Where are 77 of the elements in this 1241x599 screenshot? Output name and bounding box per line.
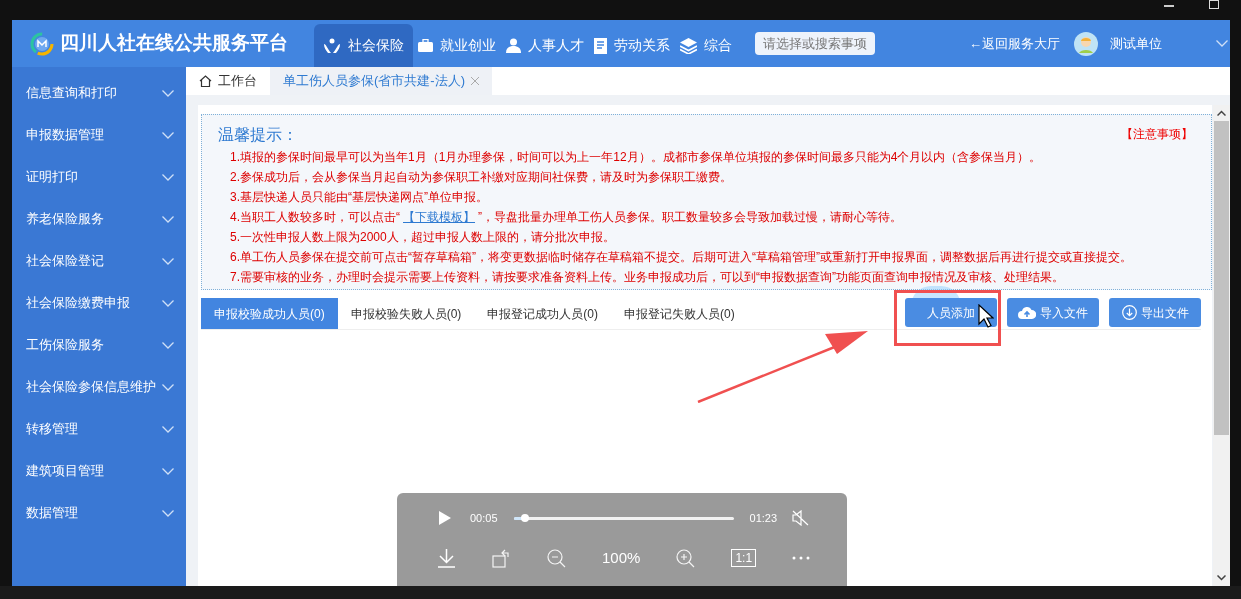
download-template-link[interactable]: 【下载模板】 [403,210,475,224]
scroll-up-icon[interactable] [1217,110,1226,116]
nav-tab[interactable]: 综合 [675,24,737,67]
logo-icon [30,31,54,56]
more-icon[interactable] [792,556,811,560]
notice-line: 2.参保成功后，会从参保当月起自动为参保职工补缴对应期间社保费，请及时为参保职工缴费。 [230,169,733,186]
back-to-hall-link[interactable]: ←返回服务大厅 [969,33,1060,54]
duration-time: 01:23 [749,510,778,526]
chevron-down-icon [162,299,174,307]
mute-icon[interactable] [792,510,810,526]
chevron-down-icon [162,425,174,433]
chevron-down-icon [162,131,174,139]
cloud-upload-icon [1018,306,1036,319]
zoom-in-icon[interactable] [676,548,696,568]
avatar-icon [1074,31,1098,56]
sidebar-item[interactable]: 信息查询和打印 [12,72,186,114]
action-button[interactable]: 人员添加 [905,298,997,327]
action-button[interactable]: 导入文件 [1007,298,1099,327]
elapsed-time: 00:05 [470,510,498,526]
notice-line: 6.单工伤人员参保在提交前可点击“暂存草稿箱”，将变更数据临时储存在草稿箱不提交。后期可进入“草稿箱管理”或重新打开申报界面，调整数据后再进行提交或直接提交。 [230,249,1133,266]
briefcase-icon [418,38,433,53]
sidebar-item[interactable]: 数据管理 [12,492,186,534]
sidebar-item[interactable]: 社会保险登记 [12,240,186,282]
sidebar-item[interactable]: 申报数据管理 [12,114,186,156]
action-button[interactable]: 导出文件 [1109,298,1201,327]
zoom-level: 100% [602,547,641,568]
sidebar-item[interactable]: 养老保险服务 [12,198,186,240]
download-icon[interactable] [437,548,456,568]
page-tab[interactable]: 单工伤人员参保(省市共建-法人) [270,67,492,95]
scrollbar[interactable] [1213,105,1230,586]
notice-line: 5.一次性申报人数上限为2000人，超过申报人数上限的，请分批次申报。 [230,229,616,246]
chevron-down-icon [162,341,174,349]
maximize-icon[interactable] [1209,0,1219,9]
scroll-down-icon[interactable] [1217,575,1226,581]
site-title: 四川人社在线公共服务平台 [60,31,288,56]
search-field[interactable]: 请选择或搜索事项 [755,32,875,55]
sidebar-item[interactable]: 社会保险缴费申报 [12,282,186,324]
user-name: 测试单位 [1110,34,1162,53]
nav-tab[interactable]: 劳动关系 [589,24,675,67]
hands-icon [323,36,341,55]
notice-line: 1.填报的参保时间最早可以为当年1月（1月办理参保，时间可以为上一年12月）。成都市参保单位填报的参保时间最多只能为4个月以内（含参保当月）。 [230,149,1043,166]
notice-line: 4.当职工人数较多时，可以点击“ 【下载模板】 ”，导盘批量办理单工伤人员参保。职工数量较多会导致加载过慢，请耐心等待。 [230,209,903,226]
rotate-icon[interactable] [492,548,511,568]
chevron-down-icon [162,383,174,391]
chevron-down-icon [162,89,174,97]
chevron-down-icon [162,173,174,181]
sidebar-item[interactable]: 社会保险参保信息维护 [12,366,186,408]
result-tab[interactable]: 申报校验成功人员(0) [201,298,338,329]
notice-title: 温馨提示： [218,125,298,145]
close-icon[interactable] [471,77,479,85]
sidebar-item[interactable]: 建筑项目管理 [12,450,186,492]
nav-tab[interactable]: 人事人才 [501,24,589,67]
person-icon [506,38,521,53]
notice-link[interactable]: 【注意事项】 [1121,125,1193,147]
scrollbar-thumb[interactable] [1214,121,1229,435]
chevron-down-icon [162,215,174,223]
nav-tab[interactable]: 就业创业 [413,24,501,67]
zoom-out-icon[interactable] [547,548,566,568]
notice-line: 3.基层快递人员只能由“基层快递网点”单位申报。 [230,189,489,206]
sidebar-item[interactable]: 转移管理 [12,408,186,450]
home-icon [199,75,212,87]
actual-size-button[interactable]: 1:1 [731,549,757,567]
sidebar-item[interactable]: 工伤保险服务 [12,324,186,366]
seek-thumb[interactable] [520,513,529,522]
chevron-down-icon [1216,40,1228,47]
nav-tab[interactable]: 社会保险 [314,24,413,67]
seek-track[interactable] [513,516,734,520]
chevron-down-icon [162,257,174,265]
chevron-down-icon [162,509,174,517]
mouse-cursor-icon [978,304,994,328]
download-icon [1121,305,1137,320]
play-icon[interactable] [439,511,451,525]
chevron-down-icon [162,467,174,475]
sidebar-item[interactable]: 证明打印 [12,156,186,198]
layers-icon [680,37,697,54]
document-icon [594,37,607,54]
notice-line: 7.需要审核的业务，办理时会提示需要上传资料，请按要求准备资料上传。业务申报成功后，可以到“申报数据查询”功能页面查询申报情况及审核、处理结果。 [230,269,1065,286]
